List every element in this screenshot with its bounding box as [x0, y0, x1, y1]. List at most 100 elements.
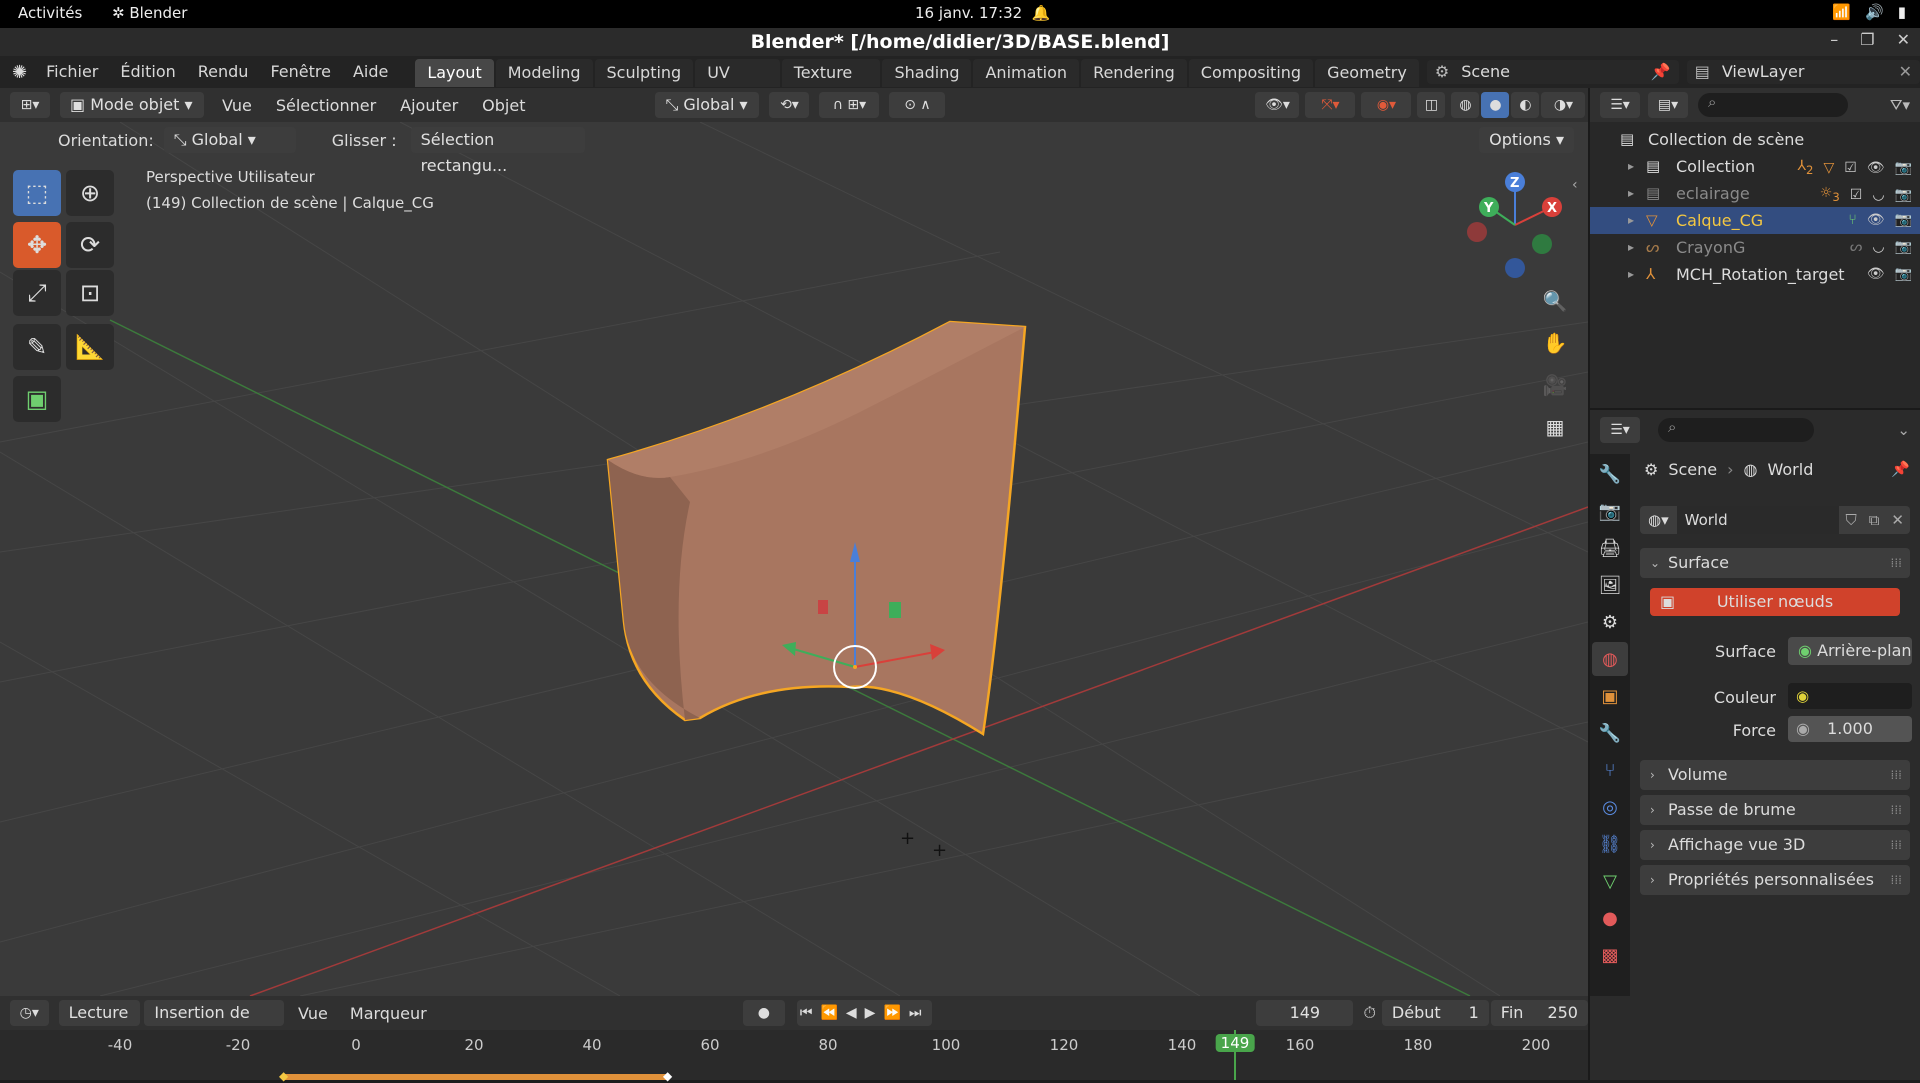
- keying-dropdown[interactable]: Insertion de clés ▾: [144, 1000, 285, 1048]
- viewlayer-selector[interactable]: ▤ ViewLayer ✕: [1686, 60, 1920, 84]
- selected-object[interactable]: [606, 320, 1027, 737]
- editor-type-icon[interactable]: ◷▾: [10, 1000, 49, 1026]
- blender-logo-icon[interactable]: ✺: [0, 62, 35, 83]
- tab-shading[interactable]: Shading: [882, 59, 972, 87]
- surface-shader-selector[interactable]: ◉ Arrière-plan: [1788, 637, 1912, 665]
- tab-compositing[interactable]: Compositing: [1188, 59, 1314, 87]
- camera-icon[interactable]: 🎥: [1538, 368, 1572, 402]
- eye-icon[interactable]: 👁: [1867, 261, 1885, 288]
- keyframe-diamond-icon[interactable]: ◆: [279, 1069, 288, 1083]
- start-frame-field[interactable]: Début 1: [1381, 1000, 1489, 1026]
- output-tab-icon[interactable]: 🖨: [1592, 531, 1628, 565]
- close-icon[interactable]: ✕: [1897, 30, 1910, 49]
- playback-controls[interactable]: ⏮⏪◀▶⏩⏭: [797, 1000, 933, 1026]
- material-shading-icon[interactable]: ◐: [1511, 92, 1540, 118]
- menu-help[interactable]: Aide: [342, 56, 399, 88]
- 3d-viewport[interactable]: + + Perspective Utilisateur (149) Collec…: [0, 122, 1588, 996]
- gizmo-icon[interactable]: ⤧▾: [1305, 92, 1356, 118]
- outliner-item[interactable]: ▸ ᔕ CrayonG ᔕ ◡ 📷: [1590, 234, 1920, 261]
- material-tab-icon[interactable]: ●: [1592, 901, 1628, 935]
- snap-icon[interactable]: ∩ ⊞▾: [819, 92, 880, 118]
- color-field[interactable]: ◉: [1788, 683, 1912, 709]
- eye-icon[interactable]: 👁: [1867, 155, 1885, 182]
- viewport-display-panel-header[interactable]: › Affichage vue 3D ⁞⁞⁞: [1640, 830, 1910, 860]
- scene-selector[interactable]: ⚙ Scene 📌: [1426, 60, 1679, 84]
- menu-select[interactable]: Sélectionner: [276, 96, 376, 115]
- camera-icon[interactable]: 📷: [1895, 155, 1912, 182]
- menu-render[interactable]: Rendu: [187, 56, 260, 88]
- eye-icon[interactable]: 👁: [1867, 207, 1885, 234]
- mode-dropdown[interactable]: ▣ Mode objet ▾: [60, 92, 204, 118]
- tab-rendering[interactable]: Rendering: [1081, 59, 1187, 87]
- menu-add[interactable]: Ajouter: [400, 96, 458, 115]
- expand-arrow-icon[interactable]: ▸: [1628, 207, 1634, 234]
- timeline-view-menu[interactable]: Vue: [298, 1004, 328, 1023]
- editor-type-icon[interactable]: ☰▾: [1600, 92, 1640, 118]
- particles-tab-icon[interactable]: ⑂: [1592, 753, 1628, 787]
- visibility-icon[interactable]: 👁▾: [1255, 92, 1300, 118]
- orientation-dropdown[interactable]: ⤡ Global ▾: [163, 127, 296, 153]
- wireframe-shading-icon[interactable]: ◍: [1451, 92, 1480, 118]
- move-tool[interactable]: ✥: [13, 222, 61, 268]
- properties-search-input[interactable]: ⌕: [1658, 418, 1814, 442]
- expand-arrow-icon[interactable]: ▸: [1628, 153, 1634, 180]
- mist-panel-header[interactable]: › Passe de brume ⁞⁞⁞: [1640, 795, 1910, 825]
- perspective-grid-icon[interactable]: ▦: [1538, 410, 1572, 444]
- xray-icon[interactable]: ◫: [1417, 92, 1446, 118]
- menu-object[interactable]: Objet: [482, 96, 525, 115]
- custom-properties-panel-header[interactable]: › Propriétés personnalisées ⁞⁞⁞: [1640, 865, 1910, 895]
- overlay-icon[interactable]: ◉▾: [1361, 92, 1412, 118]
- tab-sculpting[interactable]: Sculpting: [594, 59, 694, 87]
- system-tray[interactable]: 📶 🔊 ▮: [1832, 3, 1906, 21]
- outliner-search-input[interactable]: ⌕: [1698, 93, 1848, 117]
- menu-edit[interactable]: Édition: [109, 56, 186, 88]
- eye-closed-icon[interactable]: ◡: [1872, 234, 1884, 261]
- menu-file[interactable]: Fichier: [35, 56, 109, 88]
- tab-geometry-nodes[interactable]: Geometry Nc: [1315, 59, 1419, 110]
- timeline-ruler[interactable]: -40 -20 0 20 40 60 80 100 120 140 160 180 200 149 ◆ …: [0, 1030, 1588, 1083]
- grip-icon[interactable]: ⁞⁞⁞: [1891, 548, 1902, 578]
- current-frame-field[interactable]: 149: [1256, 1000, 1354, 1026]
- surface-panel-header[interactable]: ⌄ Surface ⁞⁞⁞: [1640, 548, 1910, 578]
- measure-tool[interactable]: 📐: [66, 324, 114, 370]
- scale-tool[interactable]: ⤢: [13, 270, 61, 316]
- clock[interactable]: 16 janv. 17:32 🔔: [915, 4, 1050, 22]
- camera-icon[interactable]: 📷: [1895, 182, 1912, 209]
- pin-icon[interactable]: 📌: [1891, 460, 1910, 478]
- outliner-item-selected[interactable]: ▸ ▽ Calque_CG ⑂ 👁 📷: [1590, 207, 1920, 234]
- outliner-scene-collection[interactable]: ▤ Collection de scène: [1590, 126, 1920, 153]
- transform-tool[interactable]: ⊡: [66, 270, 114, 316]
- grip-icon[interactable]: ⁞⁞⁞: [1891, 795, 1902, 825]
- end-frame-field[interactable]: Fin 250: [1490, 1000, 1588, 1026]
- physics-tab-icon[interactable]: ◎: [1592, 790, 1628, 824]
- annotate-tool[interactable]: ✎: [13, 324, 61, 370]
- maximize-icon[interactable]: ❐: [1860, 30, 1874, 49]
- solid-shading-icon[interactable]: ●: [1481, 92, 1510, 118]
- tab-layout[interactable]: Layout: [415, 59, 494, 87]
- rendered-shading-icon[interactable]: ◑▾: [1541, 92, 1586, 118]
- strength-field[interactable]: ◉ 1.000: [1788, 716, 1912, 742]
- proportional-edit-icon[interactable]: ⊙ ∧: [889, 92, 946, 118]
- editor-type-icon[interactable]: ⊞▾: [10, 92, 50, 118]
- tab-modeling[interactable]: Modeling: [495, 59, 593, 87]
- fake-user-icon[interactable]: ⛉: [1839, 511, 1862, 529]
- select-box-tool[interactable]: ⬚: [13, 170, 61, 216]
- tool-tab-icon[interactable]: 🔧: [1592, 457, 1628, 491]
- editor-type-icon[interactable]: ☰▾: [1600, 417, 1640, 443]
- camera-icon[interactable]: 📷: [1895, 261, 1912, 288]
- playback-dropdown[interactable]: Lecture ▾: [58, 1000, 141, 1048]
- rotate-tool[interactable]: ⟳: [66, 222, 114, 268]
- world-tab-icon[interactable]: ◍: [1592, 642, 1628, 676]
- checkbox[interactable]: ☑: [1850, 182, 1863, 209]
- world-name-field[interactable]: World: [1676, 506, 1840, 534]
- activities-button[interactable]: Activités: [18, 4, 82, 22]
- navigation-gizmo[interactable]: Z X Y: [1460, 170, 1570, 280]
- use-nodes-button[interactable]: ▣ Utiliser nœuds: [1650, 588, 1900, 616]
- app-menu[interactable]: ✲ Blender: [112, 4, 187, 22]
- tab-animation[interactable]: Animation: [973, 59, 1080, 87]
- menu-window[interactable]: Fenêtre: [259, 56, 342, 88]
- collapse-sidebar-icon[interactable]: ‹: [1572, 177, 1578, 193]
- zoom-icon[interactable]: 🔍: [1538, 284, 1572, 318]
- scene-tab-icon[interactable]: ⚙: [1592, 605, 1628, 639]
- duplicate-icon[interactable]: ⧉: [1863, 511, 1886, 529]
